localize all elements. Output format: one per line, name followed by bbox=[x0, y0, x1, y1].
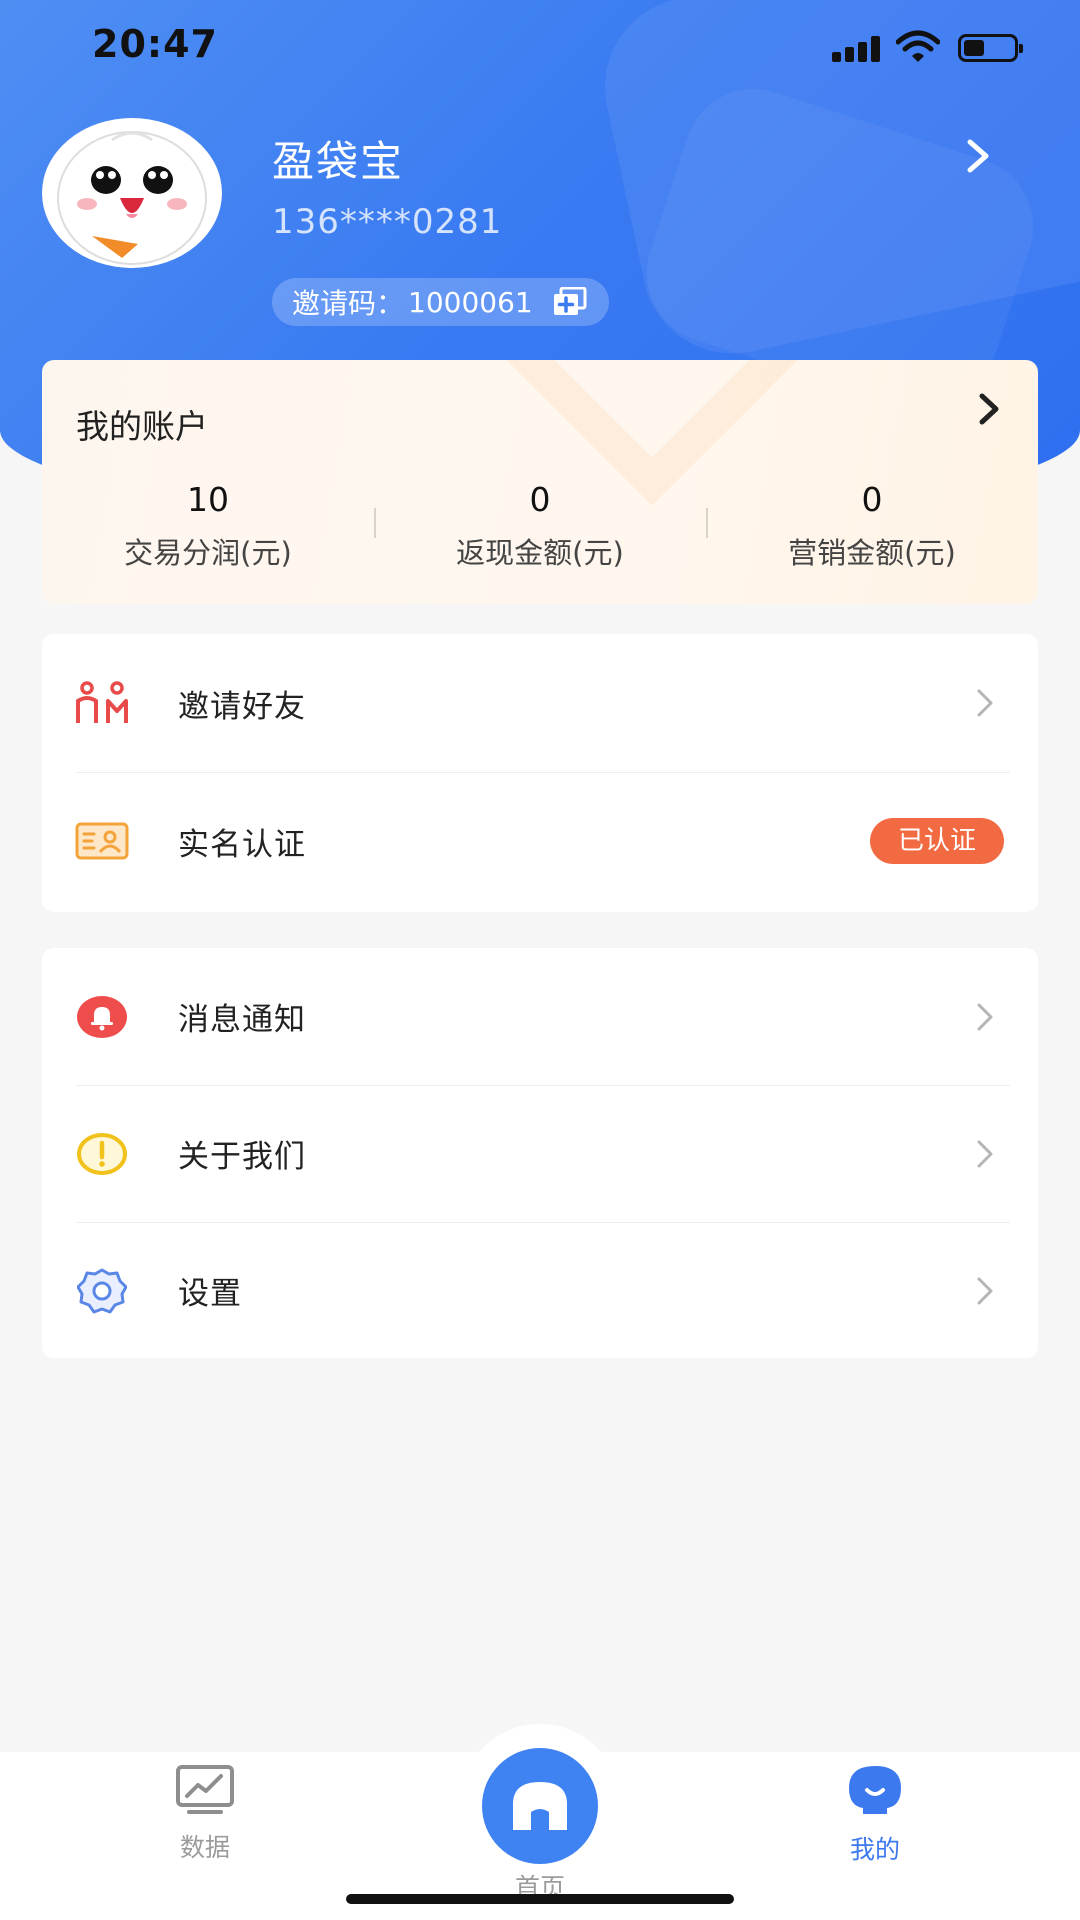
stat-marketing[interactable]: 0 营销金额(元) bbox=[706, 472, 1038, 582]
verified-badge: 已认证 bbox=[869, 818, 1004, 864]
tab-home[interactable]: 首页 bbox=[474, 1748, 606, 1904]
bell-icon bbox=[74, 992, 130, 1042]
menu-item-label: 邀请好友 bbox=[178, 688, 306, 725]
account-card[interactable]: 我的账户 10 交易分润(元) 0 返现金额(元) 0 营销金额(元) bbox=[42, 360, 1038, 604]
status-bar: 20:47 bbox=[0, 0, 1080, 96]
chevron-right-icon[interactable] bbox=[976, 392, 1002, 426]
stat-trade-profit[interactable]: 10 交易分润(元) bbox=[42, 472, 374, 582]
gear-icon bbox=[74, 1266, 130, 1316]
home-indicator bbox=[346, 1894, 734, 1904]
user-face-icon bbox=[849, 1766, 901, 1814]
invite-code-pill[interactable]: 邀请码： 1000061 bbox=[272, 278, 609, 326]
stat-cashback[interactable]: 0 返现金额(元) bbox=[374, 472, 706, 582]
home-button[interactable] bbox=[482, 1748, 598, 1864]
stat-label: 交易分润(元) bbox=[124, 536, 292, 570]
chevron-right-icon[interactable] bbox=[964, 138, 992, 174]
menu-item-invite-friends[interactable]: 邀请好友 bbox=[42, 634, 1038, 772]
menu-item-notifications[interactable]: 消息通知 bbox=[42, 948, 1038, 1085]
id-card-icon bbox=[74, 816, 130, 866]
account-title: 我的账户 bbox=[76, 407, 208, 446]
menu-item-label: 设置 bbox=[178, 1276, 242, 1312]
copy-icon[interactable] bbox=[553, 287, 587, 317]
menu-item-label: 关于我们 bbox=[178, 1139, 306, 1175]
menu-card-1: 邀请好友 实名认证 已认证 bbox=[42, 634, 1038, 912]
invite-friends-icon bbox=[74, 678, 130, 728]
stat-label: 返现金额(元) bbox=[456, 536, 624, 570]
invite-code-label: 邀请码： bbox=[292, 287, 405, 320]
tab-data[interactable]: 数据 bbox=[150, 1764, 260, 1864]
invite-code-value: 1000061 bbox=[408, 285, 533, 319]
stat-value: 0 bbox=[529, 480, 551, 519]
tab-label: 我的 bbox=[849, 1835, 900, 1864]
stat-value: 10 bbox=[187, 480, 229, 519]
account-stats: 10 交易分润(元) 0 返现金额(元) 0 营销金额(元) bbox=[42, 472, 1038, 582]
chart-monitor-icon bbox=[176, 1765, 234, 1814]
chevron-right-icon bbox=[977, 1277, 993, 1304]
home-icon bbox=[513, 1782, 567, 1830]
user-name: 盈袋宝 bbox=[272, 137, 405, 186]
chevron-right-icon bbox=[977, 689, 993, 717]
avatar[interactable] bbox=[42, 118, 222, 268]
info-icon bbox=[74, 1129, 130, 1179]
user-phone: 136****0281 bbox=[272, 202, 503, 242]
menu-item-label: 实名认证 bbox=[178, 826, 306, 863]
signal-icon bbox=[832, 36, 882, 62]
status-time: 20:47 bbox=[92, 22, 218, 66]
wifi-icon bbox=[896, 30, 940, 62]
stat-value: 0 bbox=[861, 480, 883, 519]
stat-label: 营销金额(元) bbox=[788, 536, 956, 570]
menu-item-settings[interactable]: 设置 bbox=[42, 1222, 1038, 1359]
menu-item-about-us[interactable]: 关于我们 bbox=[42, 1085, 1038, 1222]
menu-card-2: 消息通知 关于我们 设置 bbox=[42, 948, 1038, 1358]
chevron-right-icon bbox=[977, 1003, 993, 1030]
menu-item-label: 消息通知 bbox=[178, 1002, 306, 1038]
battery-icon bbox=[958, 34, 1023, 62]
tab-mine[interactable]: 我的 bbox=[820, 1764, 930, 1866]
tab-label: 数据 bbox=[179, 1833, 230, 1862]
menu-item-real-name-verification[interactable]: 实名认证 已认证 bbox=[42, 772, 1038, 910]
chevron-right-icon bbox=[977, 1140, 993, 1167]
